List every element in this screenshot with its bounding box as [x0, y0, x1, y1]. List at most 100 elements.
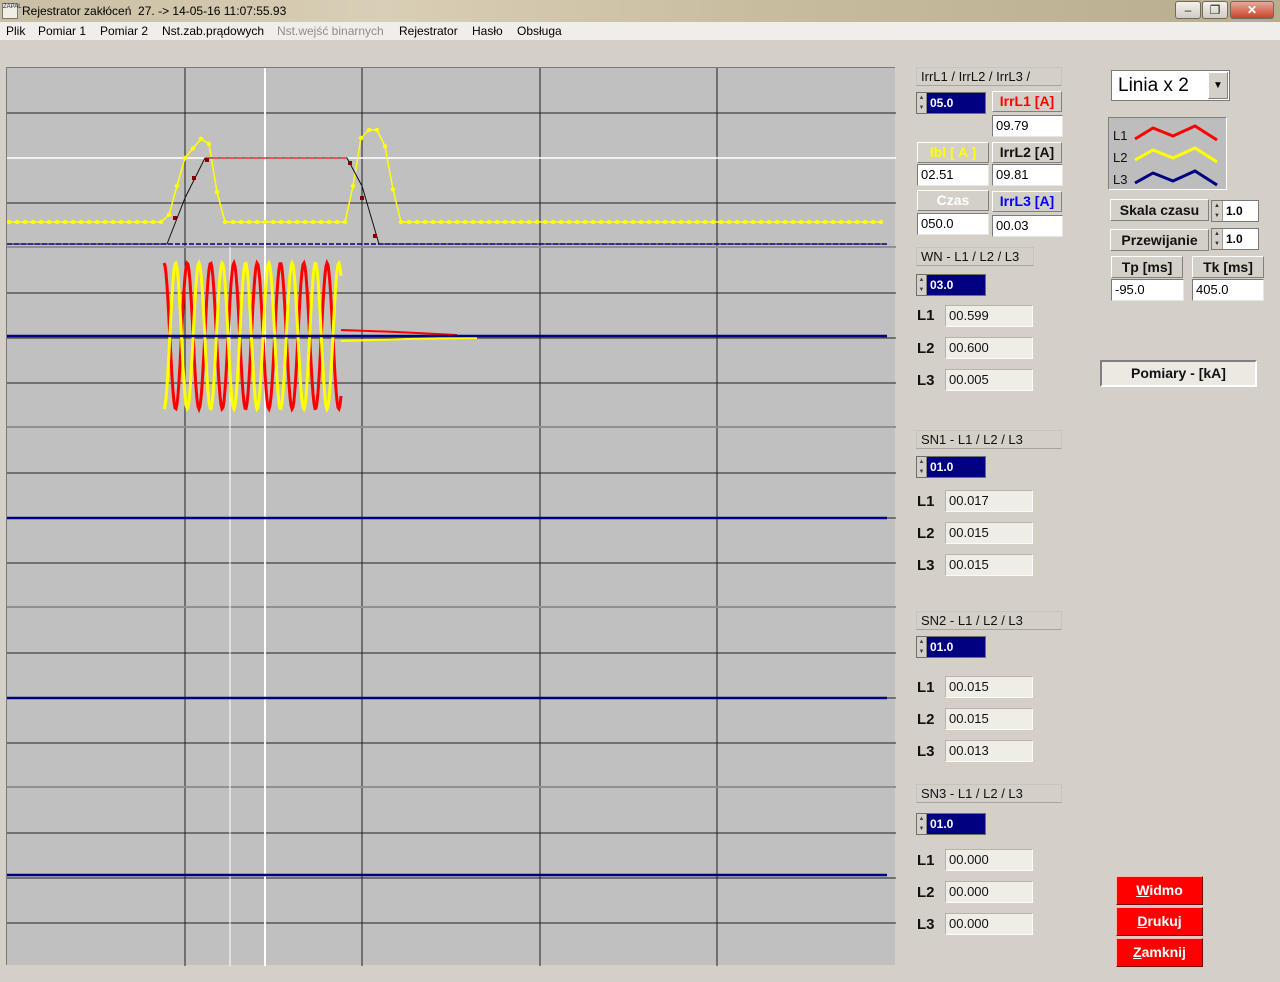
- spinner-arrows-icon[interactable]: ▲ ▼: [917, 457, 927, 477]
- ibl-trace-point: [374, 127, 380, 133]
- menu-pomiar-1[interactable]: Pomiar 1: [38, 24, 86, 38]
- ibl-trace-point: [150, 219, 156, 225]
- menu-rejestrator[interactable]: Rejestrator: [399, 24, 458, 38]
- ibl-trace-point: [838, 219, 844, 225]
- ibl-trace-point: [158, 219, 164, 225]
- ibl-trace-point: [478, 219, 484, 225]
- ibl-trace-point: [622, 219, 628, 225]
- ibl-trace-point: [342, 219, 348, 225]
- irr-marker: [205, 158, 209, 162]
- menu-nst-wejsc-binarnych: Nst.wejść binarnych: [277, 24, 384, 38]
- ibl-trace-point: [350, 183, 356, 189]
- ibl-trace-point: [278, 219, 284, 225]
- ibl-trace-point: [14, 219, 20, 225]
- ibl-trace-point: [566, 219, 572, 225]
- ibl-trace-point: [830, 219, 836, 225]
- ibl-trace-point: [582, 219, 588, 225]
- menu-pomiar-2[interactable]: Pomiar 2: [100, 24, 148, 38]
- ibl-trace-point: [326, 219, 332, 225]
- ibl-trace-point: [806, 219, 812, 225]
- minimize-button[interactable]: –: [1175, 1, 1201, 19]
- sn1-scale-spinner[interactable]: ▲ ▼ 01.0: [916, 456, 986, 478]
- ibl-trace-point: [438, 219, 444, 225]
- close-window-button[interactable]: ✕: [1230, 1, 1274, 19]
- ibl-trace-point: [390, 187, 396, 192]
- ibl-trace-point: [726, 219, 732, 225]
- legend-swatches: [1134, 124, 1218, 187]
- menu-plik[interactable]: Plik: [6, 24, 25, 38]
- ibl-trace-point: [502, 219, 508, 225]
- ibl-trace-point: [646, 219, 652, 225]
- sn2-l3-label: L3: [917, 743, 935, 760]
- ibl-trace-point: [294, 219, 300, 225]
- spinner-arrows-icon[interactable]: ▲ ▼: [917, 275, 927, 295]
- irr-marker: [373, 234, 377, 238]
- ibl-trace-point: [590, 219, 596, 225]
- skala-czasu-label: Skala czasu: [1110, 199, 1209, 221]
- ibl-trace-point: [110, 219, 116, 225]
- wn-l3-value: 00.005: [945, 369, 1033, 391]
- ibl-trace-point: [758, 219, 764, 225]
- ibl-trace-point: [686, 219, 692, 225]
- irrl3-label: IrrL3 [A]: [992, 191, 1062, 212]
- ibl-trace-point: [878, 219, 884, 225]
- restore-button[interactable]: ❐: [1202, 1, 1228, 19]
- sn2-l1-value: 00.015: [945, 676, 1033, 698]
- sn2-scale-spinner[interactable]: ▲ ▼ 01.0: [916, 636, 986, 658]
- ibl-trace-point: [118, 219, 124, 225]
- app-icon: ZAPAL: [2, 3, 22, 19]
- sn3-scale-spinner[interactable]: ▲ ▼ 01.0: [916, 813, 986, 835]
- irrl1-value: 09.79: [992, 115, 1063, 137]
- irr-scale-spinner[interactable]: ▲ ▼ 05.0: [916, 92, 986, 114]
- tp-input[interactable]: -95.0: [1111, 279, 1184, 301]
- ibl-trace-point: [414, 219, 420, 225]
- widmo-button[interactable]: Widmo: [1116, 876, 1203, 905]
- ibl-trace-point: [46, 219, 52, 225]
- ibl-trace-point: [38, 219, 44, 225]
- menu-nst-zab-pradowych[interactable]: Nst.zab.prądowych: [162, 24, 264, 38]
- spinner-arrows-icon[interactable]: ▲ ▼: [1212, 229, 1223, 249]
- menu-obsluga[interactable]: Obsługa: [517, 24, 562, 38]
- wn-l3-label: L3: [917, 372, 935, 389]
- ibl-trace-point: [398, 219, 404, 225]
- drukuj-button[interactable]: Drukuj: [1116, 907, 1203, 936]
- spinner-arrows-icon[interactable]: ▲ ▼: [1212, 201, 1223, 221]
- sn2-l3-value: 00.013: [945, 740, 1033, 762]
- ibl-trace-point: [486, 219, 492, 225]
- ibl-trace-point: [518, 219, 524, 225]
- irr-scale-value: 05.0: [930, 96, 954, 110]
- irrl2-value: 09.81: [992, 164, 1063, 186]
- ibl-trace-point: [870, 219, 876, 225]
- zamknij-button[interactable]: Zamknij: [1116, 938, 1203, 967]
- ibl-trace-point: [798, 219, 804, 225]
- sn1-l1-value: 00.017: [945, 490, 1033, 512]
- spinner-arrows-icon[interactable]: ▲ ▼: [917, 814, 927, 834]
- przewijanie-label: Przewijanie: [1110, 229, 1209, 251]
- sn2-scale-value: 01.0: [930, 640, 954, 654]
- ibl-trace-point: [558, 219, 564, 225]
- chevron-down-icon[interactable]: ▼: [1208, 72, 1228, 99]
- czas-value: 050.0: [917, 213, 989, 235]
- sn3-l3-value: 00.000: [945, 913, 1033, 935]
- spinner-arrows-icon[interactable]: ▲ ▼: [917, 93, 927, 113]
- tk-input[interactable]: 405.0: [1192, 279, 1264, 301]
- sn3-l3-label: L3: [917, 916, 935, 933]
- spinner-arrows-icon[interactable]: ▲ ▼: [917, 637, 927, 657]
- ibl-trace-point: [510, 219, 516, 225]
- linia-select[interactable]: Linia x 2 ▼: [1111, 70, 1230, 101]
- ibl-trace-point: [430, 219, 436, 225]
- sn2-l2-value: 00.015: [945, 708, 1033, 730]
- ibl-trace-point: [606, 219, 612, 225]
- przewijanie-spinner[interactable]: ▲ ▼ 1.0: [1211, 228, 1259, 250]
- skala-czasu-spinner[interactable]: ▲ ▼ 1.0: [1211, 200, 1259, 222]
- ibl-trace-point: [574, 219, 580, 225]
- phase-legend: L1 L2 L3: [1108, 117, 1227, 190]
- oscillogram-plot[interactable]: [6, 67, 896, 966]
- wn-scale-spinner[interactable]: ▲ ▼ 03.0: [916, 274, 986, 296]
- skala-czasu-value: 1.0: [1226, 204, 1243, 218]
- ibl-trace-point: [526, 219, 532, 225]
- ibl-trace-point: [462, 219, 468, 225]
- legend-l2-line-icon: [1134, 146, 1218, 164]
- menu-haslo[interactable]: Hasło: [472, 24, 503, 38]
- ibl-trace-point: [782, 219, 788, 225]
